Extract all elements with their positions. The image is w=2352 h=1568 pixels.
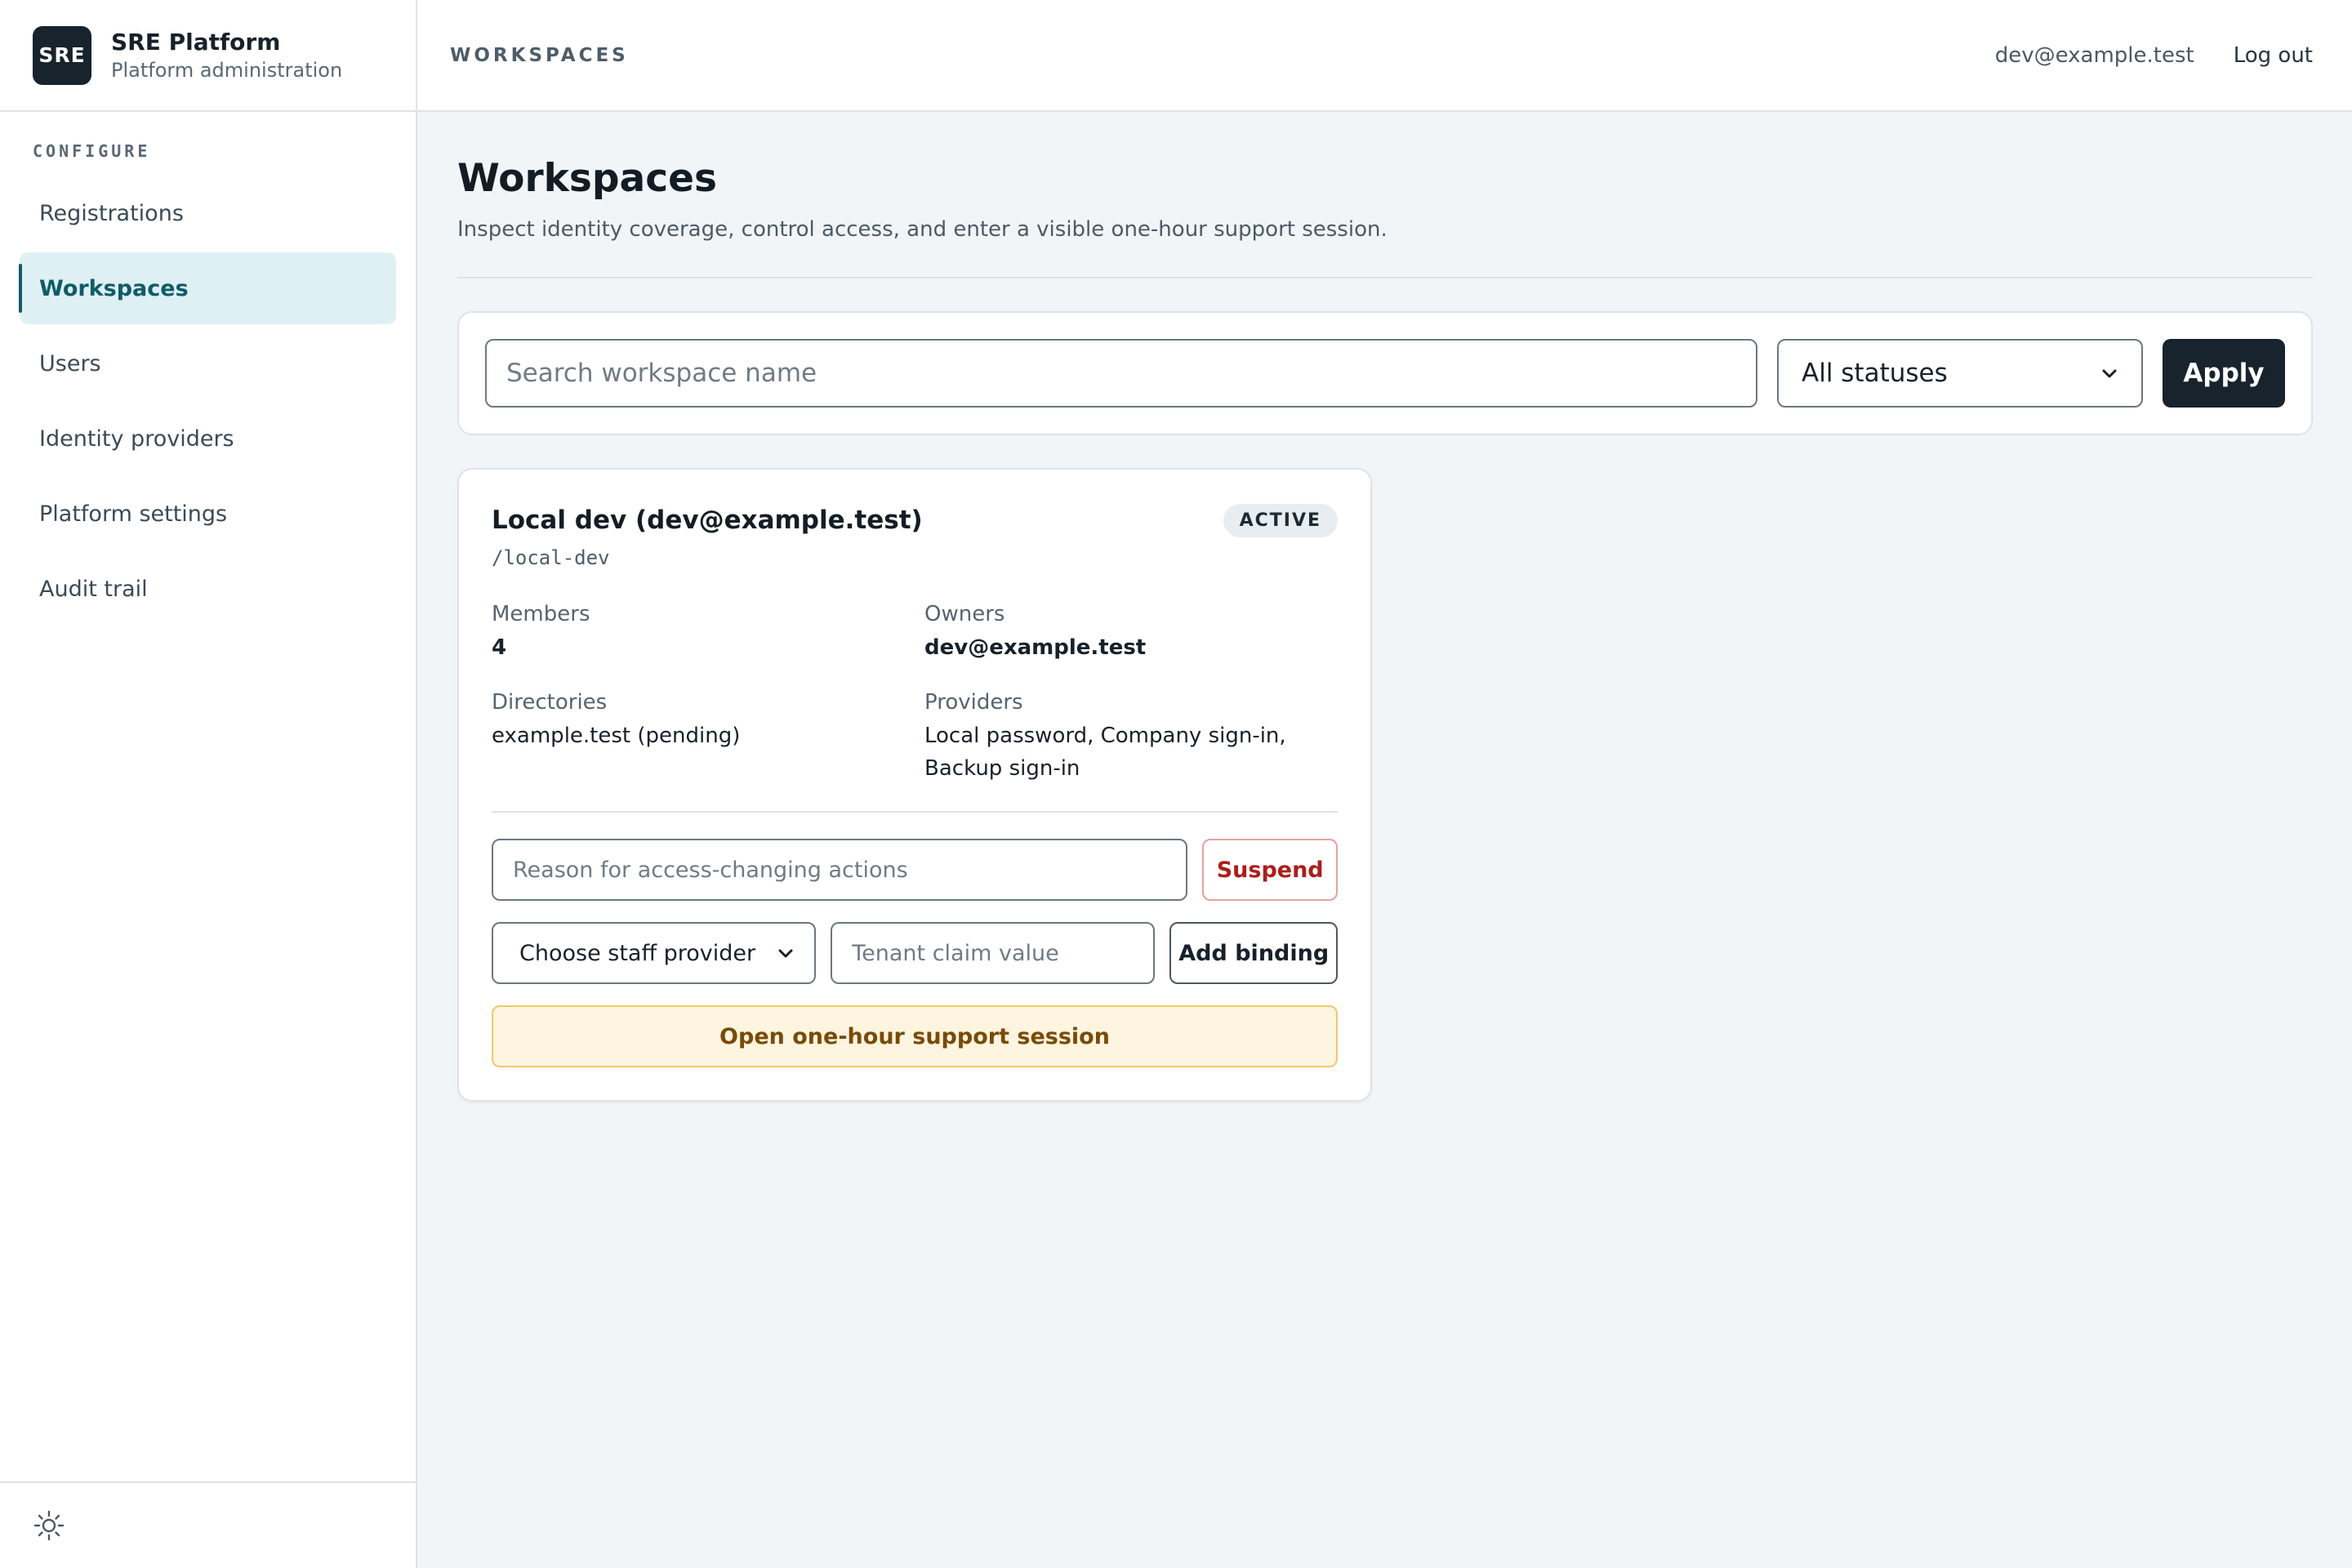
apply-button[interactable]: Apply: [2163, 339, 2285, 408]
brand-text: SRE Platform Platform administration: [111, 28, 342, 83]
card-divider: [492, 811, 1338, 813]
chevron-down-icon: [2102, 369, 2117, 378]
staff-provider-select[interactable]: Choose staff provider: [492, 922, 817, 984]
user-email: dev@example.test: [1994, 42, 2194, 68]
brand-subtitle: Platform administration: [111, 58, 343, 82]
directories-value: example.test (pending): [492, 724, 741, 748]
sidebar-item-users[interactable]: Users: [20, 327, 396, 399]
divider: [457, 277, 2313, 278]
sidebar-footer: [0, 1481, 416, 1568]
sidebar-item-platform-settings[interactable]: Platform settings: [20, 478, 396, 550]
status-select[interactable]: All statuses: [1777, 339, 2143, 408]
search-input[interactable]: [485, 339, 1757, 408]
add-binding-button[interactable]: Add binding: [1169, 922, 1338, 984]
reason-input[interactable]: [492, 839, 1188, 901]
fact-members: Members 4: [492, 600, 924, 664]
sidebar-item-workspaces[interactable]: Workspaces: [19, 252, 396, 324]
brand-logo: SRE: [33, 25, 91, 85]
main-content: Workspaces Inspect identity coverage, co…: [457, 112, 2313, 1102]
tenant-claim-input[interactable]: [831, 922, 1156, 984]
sidebar: SRE SRE Platform Platform administration…: [0, 0, 417, 1568]
sun-icon[interactable]: [33, 1509, 65, 1542]
owners-label: Owners: [924, 602, 1005, 626]
staff-provider-select-value: Choose staff provider: [519, 940, 756, 966]
support-session-button[interactable]: Open one-hour support session: [492, 1005, 1338, 1067]
workspace-facts: Members 4 Owners dev@example.test Direct…: [492, 600, 1338, 785]
status-select-value: All statuses: [1802, 359, 1948, 388]
workspace-title-block: Local dev (dev@example.test) /local-dev: [492, 502, 923, 569]
directories-label: Directories: [492, 690, 608, 715]
workspace-header: Local dev (dev@example.test) /local-dev …: [492, 502, 1338, 569]
fact-providers: Providers Local password, Company sign-i…: [924, 688, 1338, 785]
workspace-card: Local dev (dev@example.test) /local-dev …: [457, 468, 1372, 1102]
fact-owners: Owners dev@example.test: [924, 600, 1338, 664]
logout-button[interactable]: Log out: [2234, 43, 2313, 68]
brand: SRE SRE Platform Platform administration: [0, 0, 416, 112]
brand-title: SRE Platform: [111, 28, 281, 56]
status-badge: ACTIVE: [1223, 504, 1338, 537]
providers-label: Providers: [924, 690, 1023, 715]
owners-value: dev@example.test: [924, 635, 1147, 660]
workspace-name: Local dev (dev@example.test): [492, 506, 923, 535]
providers-value: Local password, Company sign-in, Backup …: [924, 724, 1286, 781]
topbar: WORKSPACES dev@example.test Log out: [417, 0, 2352, 112]
sidebar-item-identity-providers[interactable]: Identity providers: [20, 403, 396, 474]
chevron-down-icon: [778, 949, 793, 958]
page-title: Workspaces: [457, 156, 717, 201]
workspace-slug: /local-dev: [492, 546, 610, 569]
filter-bar: All statuses Apply: [457, 311, 2313, 435]
sidebar-nav: Registrations Workspaces Users Identity …: [0, 177, 416, 625]
sidebar-item-registrations[interactable]: Registrations: [20, 177, 396, 249]
suspend-button[interactable]: Suspend: [1202, 839, 1338, 901]
members-value: 4: [492, 635, 507, 660]
fact-directories: Directories example.test (pending): [492, 688, 924, 785]
suspend-row: Suspend: [492, 839, 1338, 901]
nav-section-label: CONFIGURE: [33, 141, 151, 161]
members-label: Members: [492, 602, 590, 626]
sidebar-item-audit-trail[interactable]: Audit trail: [20, 553, 396, 625]
topbar-title: WORKSPACES: [450, 44, 629, 66]
topbar-user-area: dev@example.test Log out: [1995, 43, 2313, 68]
binding-row: Choose staff provider Add binding: [492, 922, 1338, 984]
page-description: Inspect identity coverage, control acces…: [457, 217, 1388, 242]
